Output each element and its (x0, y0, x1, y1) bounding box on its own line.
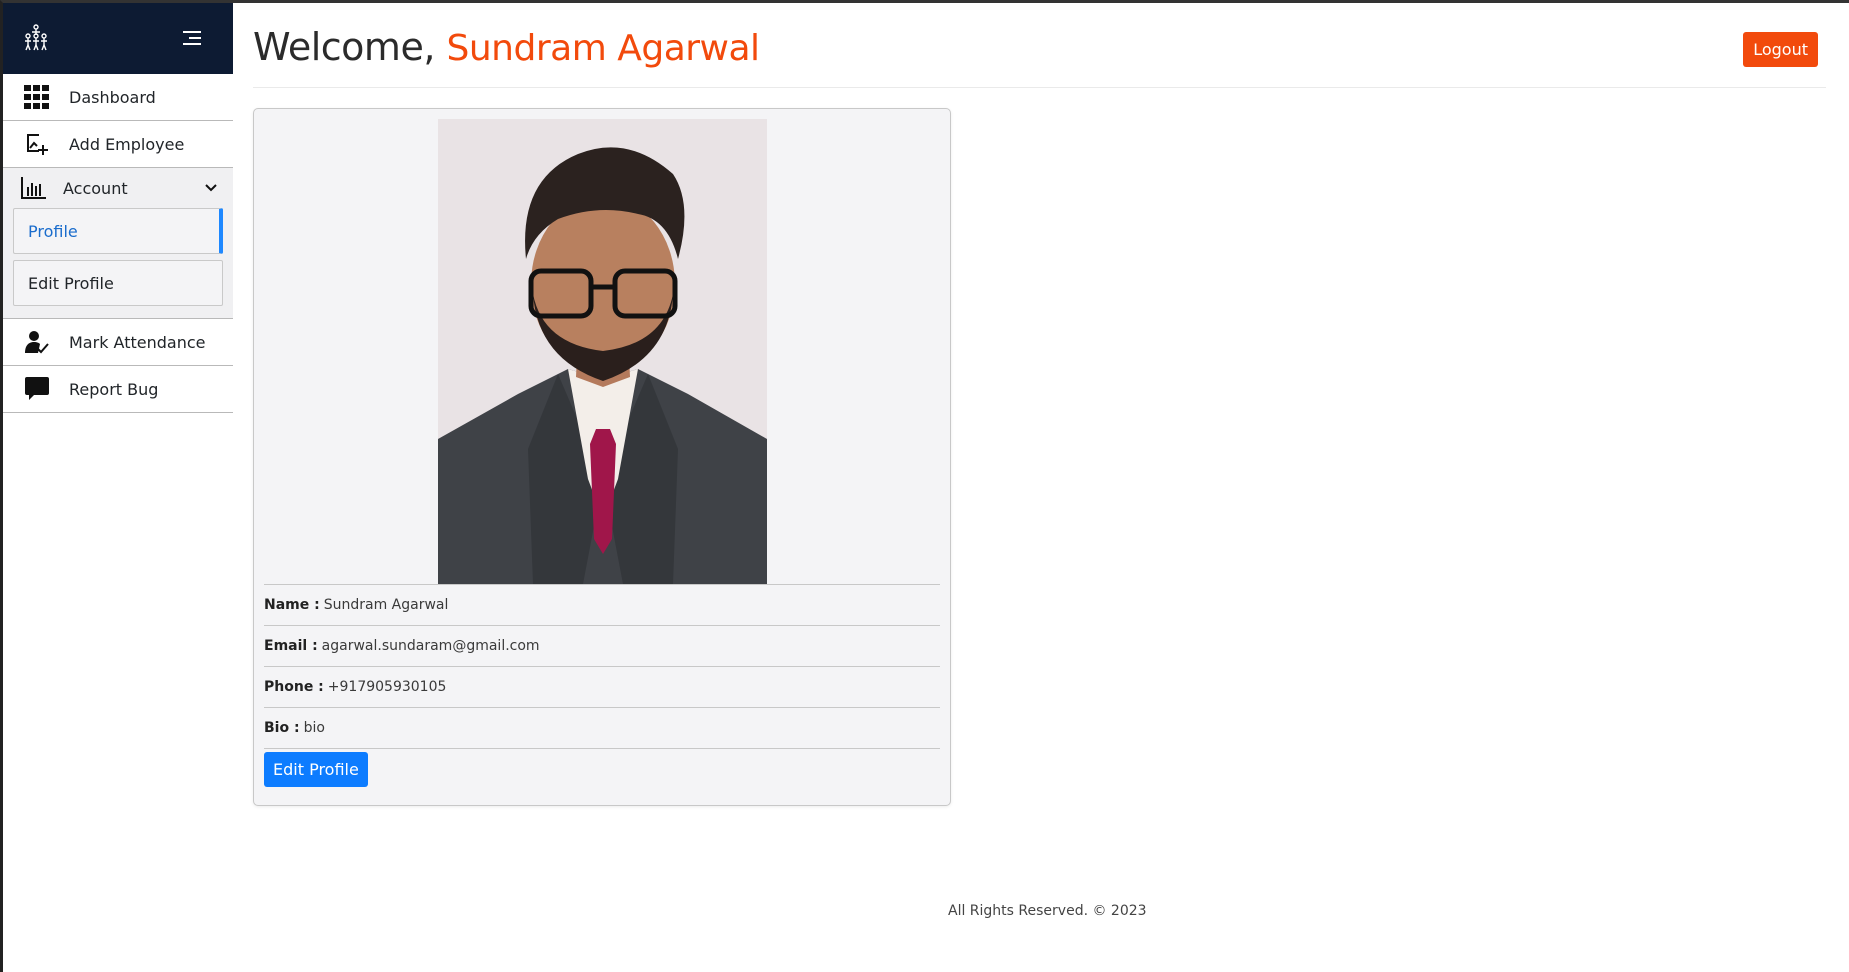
welcome-prefix: Welcome, (253, 25, 435, 69)
info-row-name: Name : Sundram Agarwal (264, 584, 940, 625)
info-label: Phone : (264, 679, 324, 695)
sidebar-item-report-bug[interactable]: Report Bug (3, 366, 233, 413)
info-label: Email : (264, 638, 318, 654)
sidebar-item-mark-attendance[interactable]: Mark Attendance (3, 319, 233, 366)
sidebar: Dashboard Add Employee Account Profile E… (3, 3, 233, 972)
sidebar-item-label: Account (63, 178, 128, 198)
edit-profile-button[interactable]: Edit Profile (264, 752, 368, 787)
info-row-phone: Phone : +917905930105 (264, 666, 940, 707)
sidebar-item-label: Dashboard (69, 87, 156, 107)
user-check-icon (23, 328, 51, 356)
info-value: Sundram Agarwal (323, 597, 449, 613)
logout-button[interactable]: Logout (1743, 32, 1818, 67)
chat-icon (23, 375, 51, 403)
submenu-item-label: Edit Profile (28, 273, 114, 293)
info-value: +917905930105 (327, 679, 447, 695)
grid-icon (23, 83, 51, 111)
user-name: Sundram Agarwal (446, 28, 761, 69)
footer-copyright: All Rights Reserved. © 2023 (948, 903, 1147, 919)
team-logo-icon[interactable] (21, 23, 51, 53)
account-submenu: Profile Edit Profile (3, 208, 233, 319)
sidebar-item-dashboard[interactable]: Dashboard (3, 74, 233, 121)
chevron-down-icon[interactable] (203, 180, 219, 196)
submenu-item-profile[interactable]: Profile (13, 208, 223, 254)
profile-card: Name : Sundram Agarwal Email : agarwal.s… (253, 108, 951, 806)
info-label: Name : (264, 597, 320, 613)
submenu-item-edit-profile[interactable]: Edit Profile (13, 260, 223, 306)
sidebar-item-account[interactable]: Account (3, 168, 233, 208)
info-row-email: Email : agarwal.sundaram@gmail.com (264, 625, 940, 666)
info-label: Bio : (264, 720, 300, 736)
info-value: agarwal.sundaram@gmail.com (321, 638, 540, 654)
top-bar: Welcome, Sundram Agarwal Logout (253, 3, 1826, 88)
profile-photo (438, 119, 767, 584)
profile-info-list: Name : Sundram Agarwal Email : agarwal.s… (264, 584, 940, 749)
page-title: Welcome, Sundram Agarwal (253, 25, 760, 69)
sidebar-header (3, 3, 233, 74)
add-image-icon (23, 130, 51, 158)
sidebar-item-label: Add Employee (69, 134, 185, 154)
submenu-item-label: Profile (28, 221, 78, 241)
hamburger-menu-icon[interactable] (181, 27, 203, 49)
sidebar-item-label: Report Bug (69, 379, 159, 399)
bar-chart-icon (19, 174, 47, 202)
info-row-bio: Bio : bio (264, 707, 940, 749)
sidebar-item-label: Mark Attendance (69, 332, 206, 352)
sidebar-item-add-employee[interactable]: Add Employee (3, 121, 233, 168)
info-value: bio (303, 720, 325, 736)
